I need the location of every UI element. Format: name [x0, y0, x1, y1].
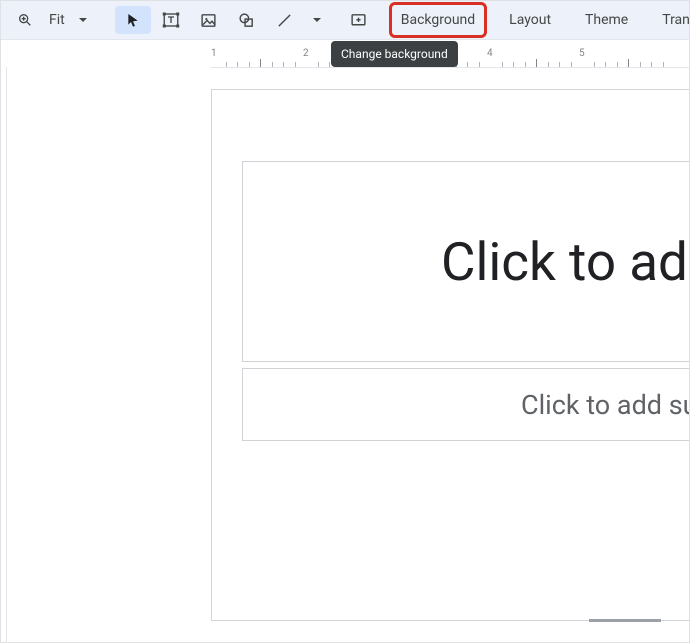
app-frame: Fit — [0, 0, 690, 643]
background-button[interactable]: Background — [391, 4, 485, 36]
title-placeholder-text: Click to add title — [441, 231, 690, 293]
gutter — [1, 67, 7, 642]
slide-footer-accent — [589, 619, 661, 622]
shape-tool[interactable] — [229, 6, 265, 34]
textbox-tool[interactable] — [153, 6, 189, 34]
zoom-dropdown[interactable] — [69, 6, 95, 34]
workspace[interactable]: Click to add title Click to add subtitle — [1, 67, 689, 642]
zoom-control[interactable]: Fit — [7, 6, 95, 34]
transition-button[interactable]: Transition — [652, 4, 690, 36]
zoom-value: Fit — [49, 12, 65, 28]
chevron-down-icon — [313, 18, 321, 22]
zoom-label[interactable]: Fit — [45, 12, 67, 28]
select-tool[interactable] — [115, 6, 151, 34]
subtitle-placeholder[interactable]: Click to add subtitle — [242, 368, 690, 441]
comment-tool[interactable] — [341, 6, 377, 34]
theme-button[interactable]: Theme — [575, 4, 638, 36]
line-tool[interactable] — [267, 6, 303, 34]
layout-button-label: Layout — [509, 12, 551, 28]
zoom-icon[interactable] — [7, 6, 43, 34]
background-tooltip: Change background — [331, 41, 458, 67]
layout-button[interactable]: Layout — [499, 4, 561, 36]
background-button-label: Background — [401, 12, 475, 28]
tooltip-text: Change background — [341, 47, 448, 61]
image-tool[interactable] — [191, 6, 227, 34]
theme-button-label: Theme — [585, 12, 628, 28]
chevron-down-icon — [79, 18, 87, 22]
line-tool-dropdown[interactable] — [305, 6, 327, 34]
title-placeholder[interactable]: Click to add title — [242, 161, 690, 362]
transition-button-label: Transition — [662, 12, 690, 28]
subtitle-placeholder-text: Click to add subtitle — [521, 389, 690, 421]
toolbar: Fit — [1, 1, 689, 40]
